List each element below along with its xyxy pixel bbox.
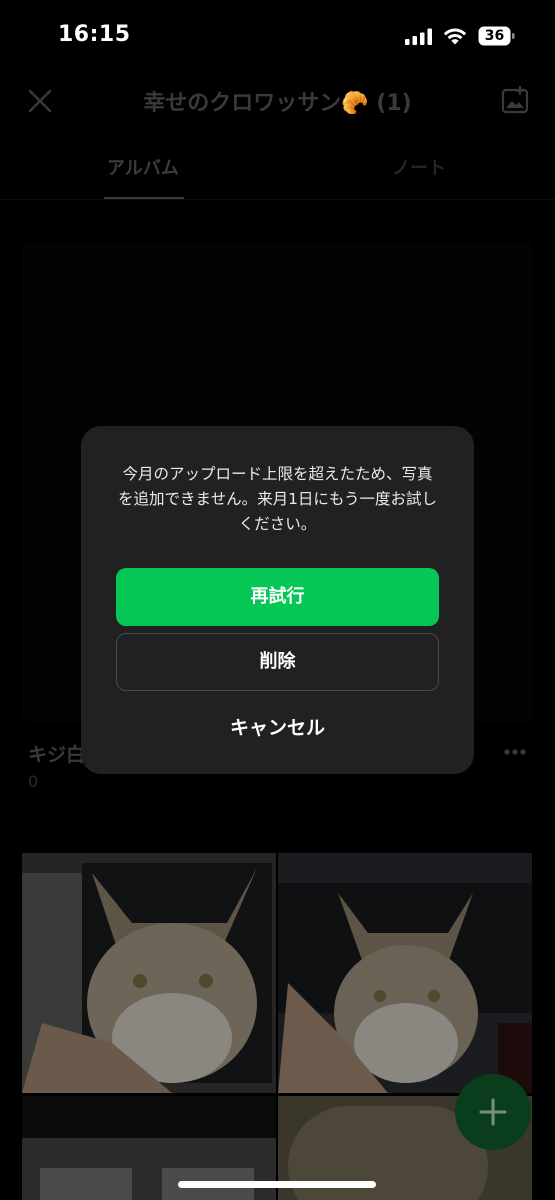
dialog-message: 今月のアップロード上限を超えたため、写真を追加できません。来月1日にもう一度お試…	[118, 465, 437, 533]
tab-album[interactable]: アルバム	[107, 154, 179, 180]
album-name: キジ白	[28, 744, 86, 766]
active-tab-indicator	[104, 197, 184, 199]
wifi-icon	[443, 28, 467, 45]
status-bar: 16:15 36	[0, 0, 555, 75]
plus-icon	[479, 1098, 507, 1126]
retry-button[interactable]: 再試行	[116, 568, 439, 626]
page-title: 幸せのクロワッサン🥐 (1)	[143, 91, 412, 116]
delete-button[interactable]: 削除	[116, 633, 439, 691]
album-photo-icon[interactable]	[500, 85, 530, 115]
tab-bar: アルバム ノート	[0, 140, 555, 200]
home-indicator[interactable]	[178, 1181, 376, 1188]
add-photo-button[interactable]	[455, 1074, 531, 1150]
photo-thumbnail[interactable]	[22, 853, 276, 1093]
cat-felt-photo	[22, 853, 276, 1093]
photo-thumbnail[interactable]	[278, 853, 532, 1093]
cancel-button[interactable]: キャンセル	[116, 702, 439, 754]
status-time: 16:15	[58, 22, 131, 47]
comparison-left-label: 1年前	[68, 1152, 104, 1167]
more-dots-icon[interactable]	[503, 748, 527, 756]
nav-bar: 幸せのクロワッサン🥐 (1)	[0, 75, 555, 125]
upload-limit-dialog: 今月のアップロード上限を超えたため、写真を追加できません。来月1日にもう一度お試…	[81, 426, 474, 774]
tab-note[interactable]: ノート	[392, 154, 446, 180]
cellular-signal-icon	[405, 28, 432, 45]
battery-level: 36	[484, 28, 505, 44]
cat-felt-photo	[278, 853, 532, 1093]
comparison-right-label: 今日	[192, 1152, 219, 1167]
album-count: 0	[28, 772, 39, 791]
comparison-left-image	[40, 1168, 132, 1200]
